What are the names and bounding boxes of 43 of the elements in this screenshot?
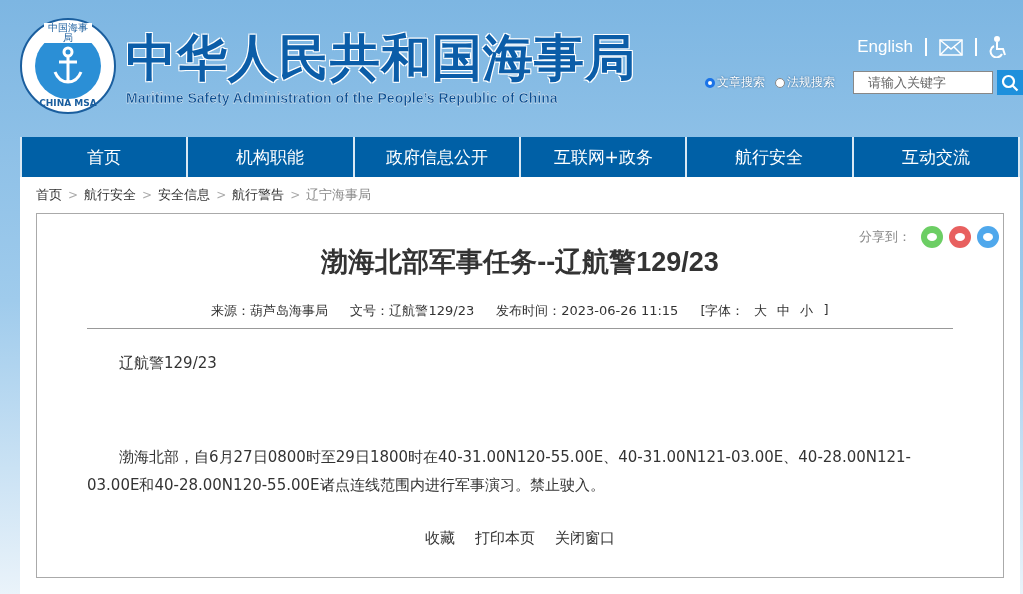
breadcrumb-link[interactable]: 安全信息 [158, 186, 211, 204]
breadcrumb-link[interactable]: 航行安全 [84, 186, 137, 204]
wheelchair-icon[interactable] [989, 36, 1009, 58]
breadcrumb-separator: > [68, 188, 79, 202]
anchor-icon [51, 46, 85, 86]
breadcrumb-link[interactable]: 首页 [36, 186, 62, 204]
breadcrumb-separator: > [290, 188, 301, 202]
breadcrumb-link[interactable]: 辽宁海事局 [306, 186, 372, 204]
article-action-link[interactable]: 关闭窗口 [555, 529, 615, 548]
article-action-link[interactable]: 收藏 [425, 529, 455, 548]
share-label: 分享到： [859, 228, 911, 246]
search-button[interactable] [997, 70, 1023, 95]
font-size-link[interactable]: 中 [777, 302, 791, 320]
nav-item[interactable]: 航行安全 [687, 137, 852, 177]
publish-time: 发布时间：2023-06-26 11:15 [496, 302, 679, 320]
nav-item[interactable]: 政府信息公开 [354, 137, 519, 177]
nav-item[interactable]: 首页 [22, 137, 187, 177]
font-size-label: [字体： [700, 302, 745, 320]
article-action-link[interactable]: 打印本页 [475, 529, 535, 548]
bracket-text: ] [823, 302, 829, 319]
nav-item[interactable]: 互联网+政务 [521, 137, 686, 177]
font-size-link[interactable]: 小 [800, 302, 814, 320]
site-title: 中华人民共和国海事局 [126, 28, 636, 88]
mail-icon[interactable] [939, 38, 963, 56]
breadcrumb-link[interactable]: 航行警告 [232, 186, 285, 204]
search-icon [1001, 73, 1019, 92]
site-subtitle: Maritime Safety Administration of the People’s Republic of China [126, 90, 559, 106]
article-paragraph: 辽航警129/23 [118, 353, 218, 374]
share-icon[interactable] [977, 226, 999, 248]
nav-item[interactable]: 互动交流 [853, 137, 1018, 177]
share-icon[interactable] [921, 226, 943, 248]
article-title: 渤海北部军事任务--辽航警129/23 [320, 246, 720, 279]
article-number: 文号：辽航警129/23 [350, 302, 475, 320]
article-source: 来源：葫芦岛海事局 [211, 302, 329, 320]
search-field[interactable]: 请输入关键字 [853, 71, 993, 94]
share-icon[interactable] [949, 226, 971, 248]
font-size-link[interactable]: 大 [754, 302, 768, 320]
article-paragraph: 渤海北部，自6月27日0800时至29日1800时在40-31.00N120-55.00E、40-31.00N121-03.00E、40-28.00N121-03.00E和40-28.00N120-55.00E诸点连线范围内进行军事演习。禁止驶入。 [87, 447, 913, 496]
breadcrumb-separator: > [216, 188, 227, 202]
logo-text: 中国海事局 [44, 23, 92, 43]
logo-text: CHINA MSA [38, 98, 98, 108]
nav-item[interactable]: 机构职能 [188, 137, 353, 177]
breadcrumb-separator: > [142, 188, 153, 202]
